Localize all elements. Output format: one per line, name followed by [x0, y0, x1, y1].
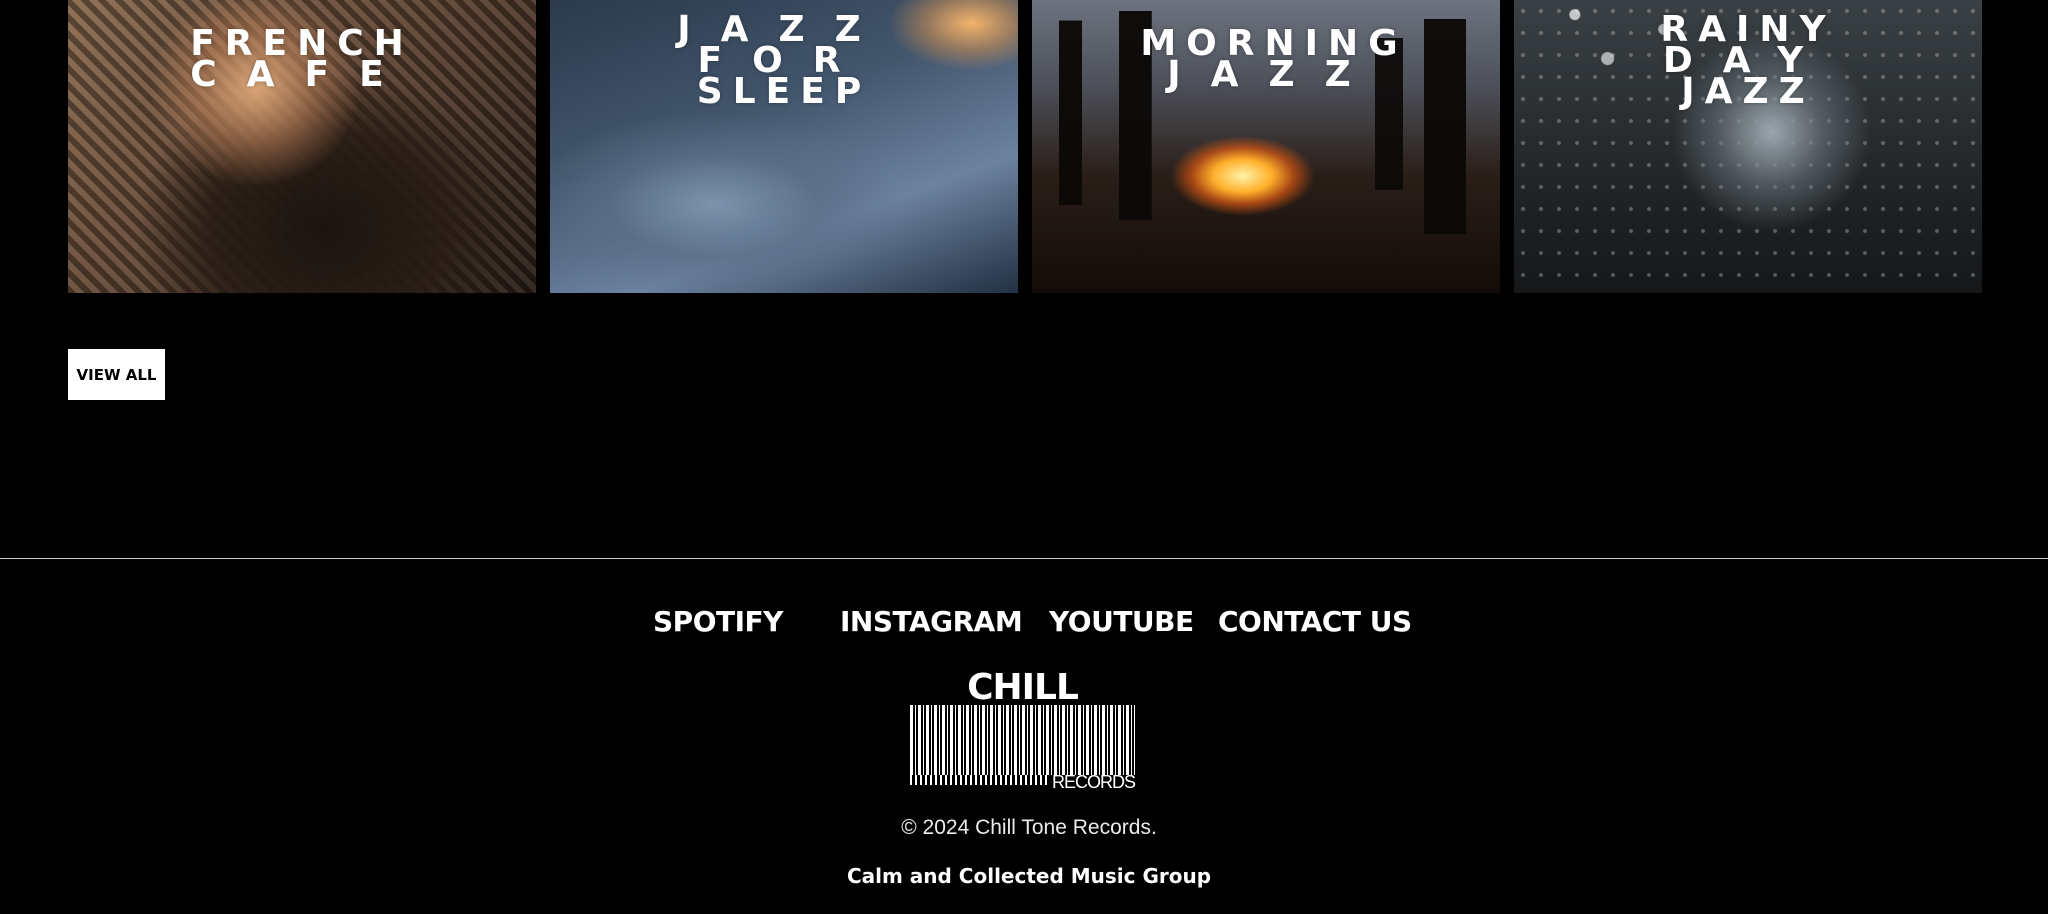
- logo-subtitle: RECORDS: [1051, 772, 1136, 792]
- playlist-card-french-cafe[interactable]: FRENCH CAFE: [68, 0, 536, 293]
- playlist-card-jazz-for-sleep[interactable]: JAZZ FOR SLEEP: [550, 0, 1018, 293]
- view-all-button[interactable]: VIEW ALL: [68, 349, 165, 400]
- footer-link-contact-us[interactable]: CONTACT US: [1218, 605, 1412, 638]
- playlist-card-morning-jazz[interactable]: MORNING JAZZ: [1032, 0, 1500, 293]
- copyright-text: © 2024 Chill Tone Records.: [901, 816, 1157, 839]
- footer-nav: SPOTIFY INSTAGRAM YOUTUBE CONTACT US: [0, 605, 2048, 651]
- logo-barcode: [910, 705, 1135, 775]
- playlist-cover-image: [68, 0, 536, 293]
- playlist-card-rainy-day-jazz[interactable]: RAINY DAY JAZZ: [1514, 0, 1982, 293]
- company-tagline: Calm and Collected Music Group: [846, 864, 1212, 888]
- tree-silhouettes: [1032, 0, 1500, 293]
- footer-link-instagram[interactable]: INSTAGRAM: [840, 605, 1023, 638]
- footer-link-youtube[interactable]: YOUTUBE: [1049, 605, 1194, 638]
- chill-tone-logo: CHILL TONE RECORDS: [910, 668, 1136, 802]
- playlist-grid: FRENCH CAFE JAZZ FOR SLEEP MORNING JAZZ …: [68, 0, 1982, 293]
- footer-link-spotify[interactable]: SPOTIFY: [653, 605, 783, 638]
- playlist-cover-image: [1514, 0, 1982, 293]
- playlist-cover-image: [550, 0, 1018, 293]
- logo-barcode-tail: [910, 775, 1050, 785]
- footer-divider: [0, 558, 2048, 559]
